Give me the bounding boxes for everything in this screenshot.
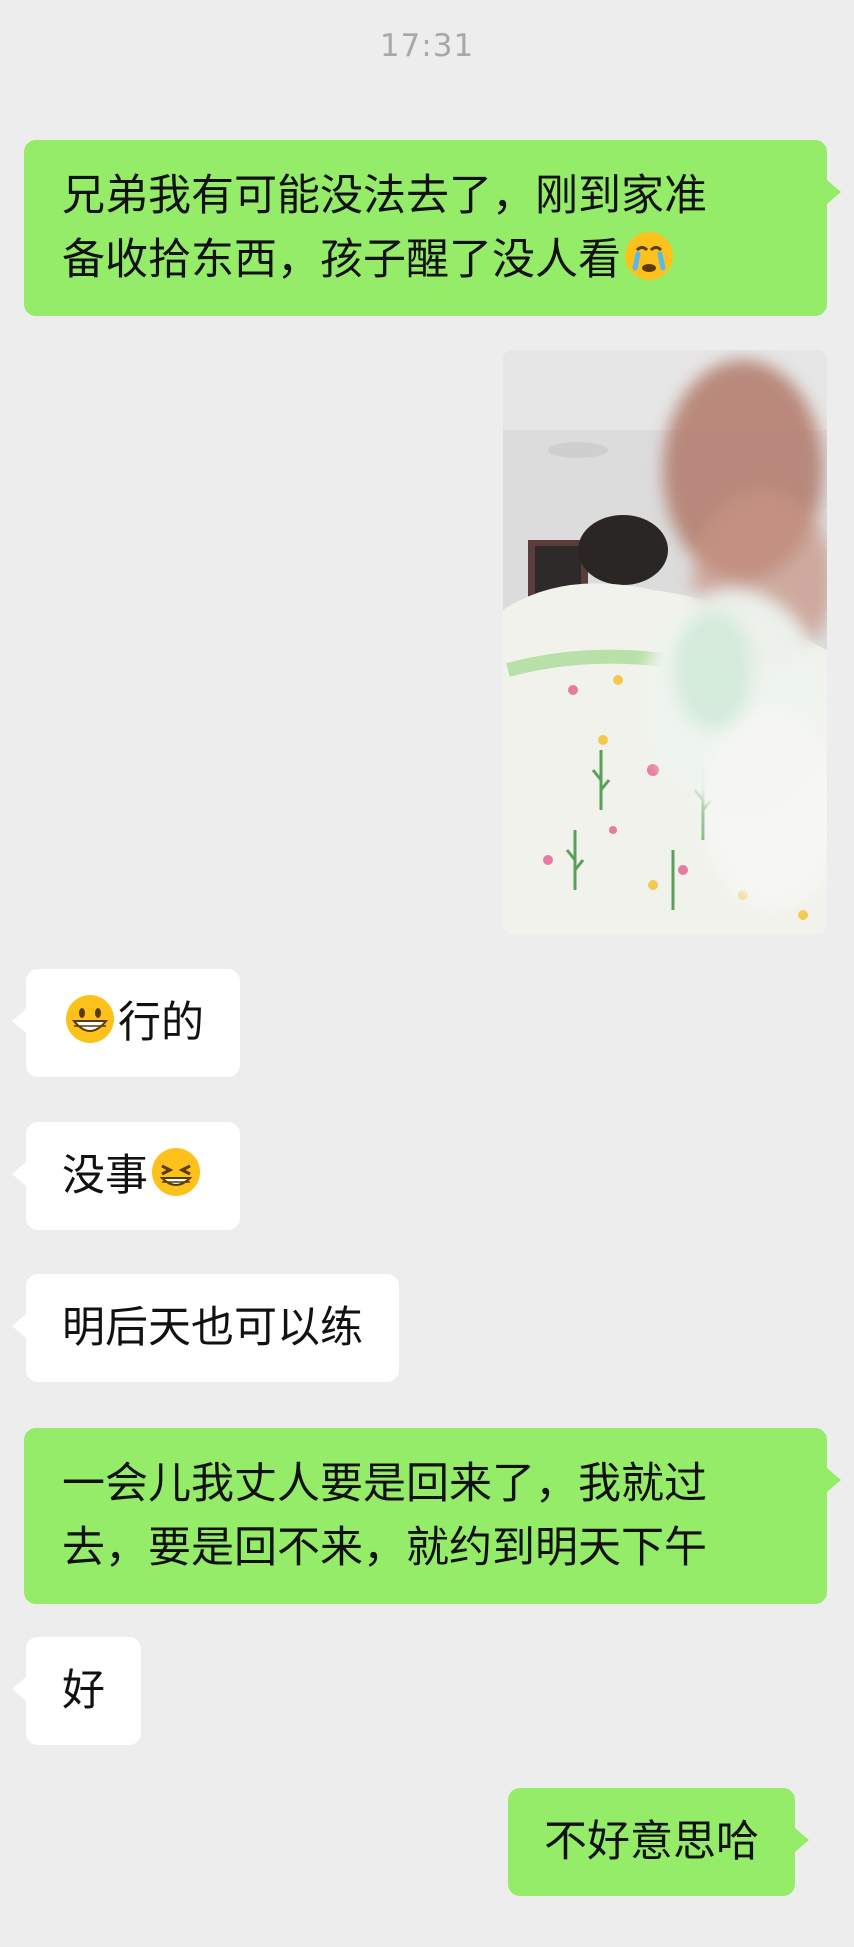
message-line-text: 备收拾东西，孩子醒了没人看 (62, 235, 621, 285)
message-text: 明后天也可以练 (62, 1303, 363, 1353)
message-line: 一会儿我丈人要是回来了，我就过 (62, 1459, 707, 1509)
message-text: 好 (62, 1666, 105, 1716)
message-bubble-received[interactable]: 没事 (12, 1122, 240, 1230)
message-line: 备收拾东西，孩子醒了没人看 (62, 228, 789, 292)
message-bubble-sent[interactable]: 一会儿我丈人要是回来了，我就过 去，要是回不来，就约到明天下午 (24, 1428, 841, 1604)
message-bubble-received[interactable]: 行的 (12, 969, 240, 1077)
message-text: 不好意思哈 (544, 1817, 759, 1867)
crying-face-icon (625, 232, 673, 280)
message-bubble-received[interactable]: 好 (12, 1637, 141, 1745)
grinning-face-icon (66, 995, 114, 1043)
message-bubble-sent[interactable]: 不好意思哈 (508, 1788, 809, 1896)
message-line: 去，要是回不来，就约到明天下午 (62, 1523, 707, 1573)
message-bubble-sent[interactable]: 兄弟我有可能没法去了，刚到家准 备收拾东西，孩子醒了没人看 (24, 140, 841, 316)
sent-photo[interactable] (503, 350, 827, 935)
grin-squint-icon (152, 1148, 200, 1196)
photo-content (503, 350, 827, 935)
message-bubble-received[interactable]: 明后天也可以练 (12, 1274, 399, 1382)
message-text: 行的 (118, 998, 204, 1048)
message-line: 兄弟我有可能没法去了，刚到家准 (62, 171, 707, 221)
message-text: 没事 (62, 1151, 148, 1201)
chat-timestamp: 17:31 (379, 28, 475, 64)
